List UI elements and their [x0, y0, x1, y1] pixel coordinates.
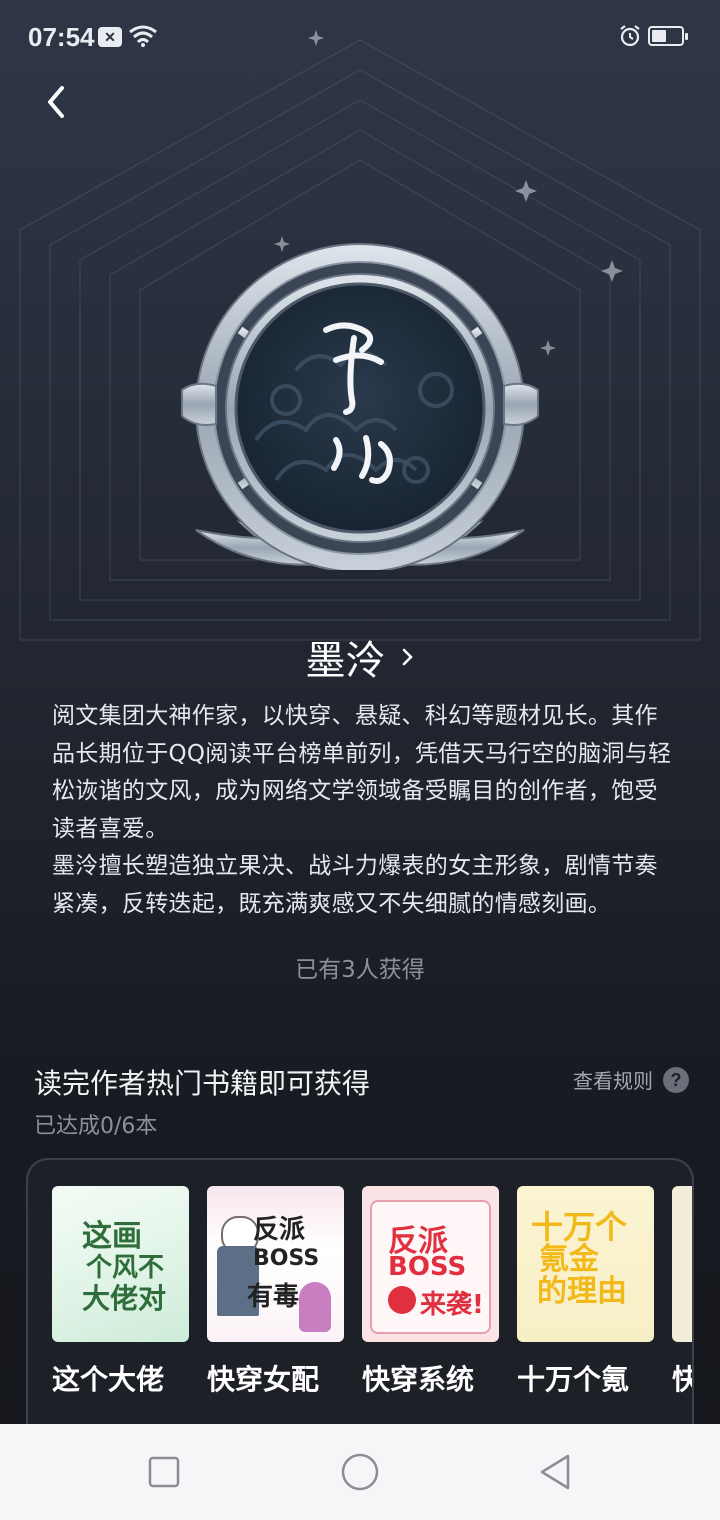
back-icon[interactable]	[36, 80, 80, 124]
description-paragraph: 阅文集团大神作家，以快穿、悬疑、科幻等题材见长。其作品长期位于QQ阅读平台榜单前…	[52, 703, 672, 842]
book-item[interactable]: 十万个 氪金 的理由 十万个氪	[517, 1186, 654, 1424]
author-badge	[181, 243, 539, 570]
book-panel: 这画 个风不 大佬对 这个大佬 反派 BOSS 有毒 快穿女配 反派 BOSS …	[26, 1158, 694, 1424]
description-paragraph: 墨泠擅长塑造独立果决、战斗力爆表的女主形象，剧情节奏紧凑，反转迭起，既充满爽感又…	[52, 853, 658, 917]
nav-home-icon[interactable]	[338, 1450, 382, 1494]
book-cover[interactable]: 反派 BOSS 来袭!	[362, 1186, 499, 1342]
book-item[interactable]: 反派 BOSS 有毒 快穿女配	[207, 1186, 344, 1424]
status-time: 07:54	[28, 22, 95, 52]
nav-recent-icon[interactable]	[142, 1450, 186, 1494]
task-progress: 已达成0/6本	[34, 1114, 158, 1139]
view-rules-label: 查看规则	[573, 1069, 653, 1093]
book-title: 快	[672, 1358, 692, 1398]
page: 07:54 ✕ 墨泠 阅文集团大神作家，以快穿、悬疑、科幻等题材见长。其作品长期…	[0, 0, 720, 1424]
help-icon: ?	[663, 1066, 689, 1093]
book-title: 这个大佬	[52, 1363, 165, 1396]
notification-icon: ✕	[98, 27, 122, 47]
book-title: 十万个氪	[517, 1363, 630, 1396]
status-bar: 07:54 ✕	[0, 0, 720, 72]
book-item[interactable]: 这画 个风不 大佬对 这个大佬	[52, 1186, 189, 1424]
author-name: 墨泠	[305, 638, 386, 684]
book-item[interactable]: 快	[672, 1186, 692, 1424]
task-title: 读完作者热门书籍即可获得	[34, 1067, 371, 1100]
chevron-right-icon	[402, 648, 413, 666]
author-name-link[interactable]: 墨泠	[0, 628, 720, 686]
alarm-icon	[620, 25, 640, 47]
book-item[interactable]: 反派 BOSS 来袭! 快穿系统	[362, 1186, 499, 1424]
book-cover[interactable]: 反派 BOSS 有毒	[207, 1186, 344, 1342]
system-nav-bar	[0, 1424, 720, 1520]
book-title: 快穿女配	[207, 1363, 320, 1396]
obtained-count: 已有3人获得	[295, 957, 425, 983]
nav-back-icon[interactable]	[534, 1450, 578, 1494]
view-rules-link[interactable]: 查看规则 ?	[573, 1065, 689, 1094]
battery-icon	[648, 26, 688, 46]
wifi-icon	[129, 25, 157, 47]
book-title: 快穿系统	[362, 1363, 475, 1396]
book-cover[interactable]: 这画 个风不 大佬对	[52, 1186, 189, 1342]
book-cover[interactable]: 十万个 氪金 的理由	[517, 1186, 654, 1342]
author-description: 阅文集团大神作家，以快穿、悬疑、科幻等题材见长。其作品长期位于QQ阅读平台榜单前…	[52, 698, 672, 924]
book-cover[interactable]	[672, 1186, 692, 1342]
book-list[interactable]: 这画 个风不 大佬对 这个大佬 反派 BOSS 有毒 快穿女配 反派 BOSS …	[52, 1186, 692, 1424]
